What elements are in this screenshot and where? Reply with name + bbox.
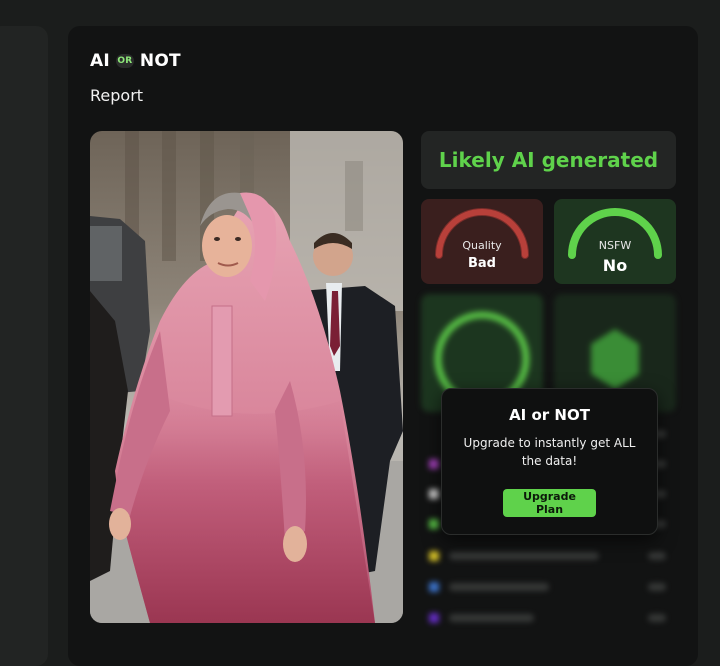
side-panel xyxy=(0,26,48,666)
logo-text-or: OR xyxy=(115,54,134,68)
nsfw-label: NSFW xyxy=(598,239,632,252)
quality-gauge: Quality Bad xyxy=(421,199,543,284)
list-item xyxy=(421,608,676,628)
ai-or-not-logo[interactable]: AI OR NOT xyxy=(90,51,181,71)
logo-text-ai: AI xyxy=(90,51,110,71)
list-item xyxy=(421,546,676,566)
nsfw-value: No xyxy=(602,256,628,275)
quality-value: Bad xyxy=(468,256,496,271)
upgrade-plan-button[interactable]: Upgrade Plan xyxy=(503,489,596,517)
popup-title: AI or NOT xyxy=(509,406,590,424)
verdict-banner: Likely AI generated xyxy=(421,131,676,189)
list-item xyxy=(421,577,676,597)
analyzed-image xyxy=(90,131,403,623)
quality-label: Quality xyxy=(462,239,502,252)
page-title: Report xyxy=(90,86,144,105)
logo-text-not: NOT xyxy=(139,51,181,71)
popup-message: Upgrade to instantly get ALL the data! xyxy=(463,436,636,468)
upgrade-popup: AI or NOT Upgrade to instantly get ALL t… xyxy=(441,388,658,535)
report-card: AI OR NOT Report Likely AI generated Qua… xyxy=(68,26,698,666)
nsfw-gauge: NSFW No xyxy=(554,199,676,284)
verdict-text: Likely AI generated xyxy=(438,148,659,172)
